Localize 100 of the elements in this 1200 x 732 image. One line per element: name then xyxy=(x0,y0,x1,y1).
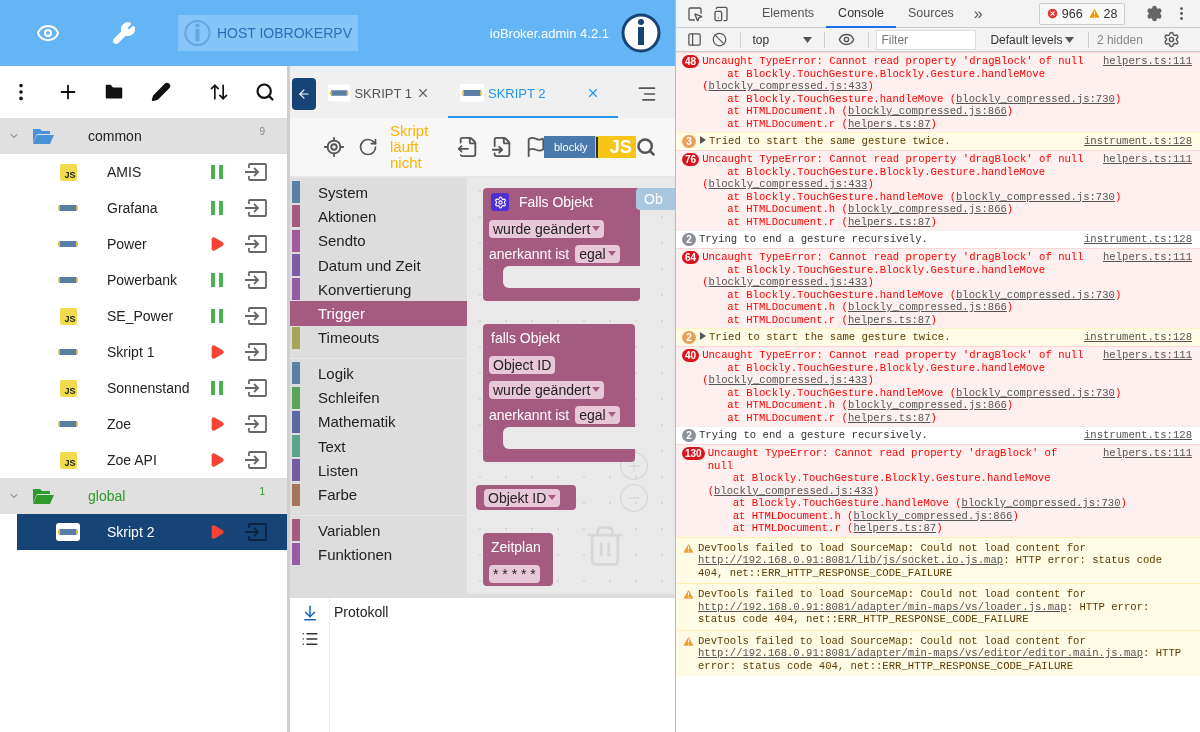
category-item[interactable]: Aktionen xyxy=(290,204,467,229)
block-dropdown[interactable]: wurde geändert xyxy=(489,219,605,238)
filter-field[interactable]: Filter xyxy=(876,29,977,50)
devtools-tab[interactable]: Sources xyxy=(896,0,966,28)
count-badge: 130 xyxy=(682,447,705,460)
folder-row[interactable]: common 9 xyxy=(0,118,287,154)
devtools-tab[interactable]: Elements xyxy=(750,0,827,28)
category-item[interactable]: Sendto xyxy=(290,228,467,253)
script-name: Power xyxy=(107,236,148,252)
url-link[interactable]: http://192.168.0.91:8081/adapter/min-maps/vs/editor/editor.main.js.map xyxy=(698,647,1143,659)
js-logo: JS xyxy=(59,451,77,469)
error-text: Uncaught TypeError: Cannot read property 'dragBlock' of null xyxy=(702,251,1085,264)
category-item[interactable]: Trigger xyxy=(290,301,467,326)
category-item[interactable]: Schleifen xyxy=(290,385,467,410)
file-link[interactable]: blockly_compressed.js:866 xyxy=(847,105,1007,117)
file-link[interactable]: blockly_compressed.js:730 xyxy=(956,92,1115,105)
url-link[interactable]: http://192.168.0.91:8081/adapter/min-maps/vs/loader.js.map xyxy=(698,600,1067,613)
url-link[interactable]: http://192.168.0.91:8081/lib/js/socket.io.js.map xyxy=(698,554,1004,566)
stack-frame: at Blockly.TouchGesture.Blockly.Gesture.handleMove (blockly_compressed.js:433) xyxy=(702,263,1192,289)
source-link[interactable]: helpers.ts:111 xyxy=(1103,251,1192,264)
stack-frame: at Blockly.TouchGesture.handleMove (blockly_compressed.js:730) xyxy=(702,386,1192,399)
category-item[interactable]: Farbe xyxy=(290,482,467,507)
file-link[interactable]: helpers.ts:87 xyxy=(847,313,931,326)
file-link[interactable]: blockly_compressed.js:866 xyxy=(847,399,1007,411)
count-badge: 2 xyxy=(682,429,696,442)
issue-counter[interactable]: 966 28 xyxy=(1038,2,1125,25)
script-name: Skript 2 xyxy=(107,524,156,540)
category-item[interactable]: Timeouts xyxy=(290,325,467,351)
levels-dropdown[interactable]: Default levels xyxy=(984,31,1081,48)
block-field[interactable]: Object ID xyxy=(489,355,556,374)
script-tab[interactable]: SKRIPT 1 xyxy=(316,70,448,118)
category-item[interactable]: Variablen xyxy=(290,517,467,543)
hidden-count: 2 hidden xyxy=(1096,32,1143,47)
category-item[interactable]: Konvertierung xyxy=(290,277,467,302)
file-link[interactable]: blockly_compressed.js:433 xyxy=(708,374,868,386)
source-link[interactable]: instrument.ts:128 xyxy=(1083,429,1192,442)
block-workspace[interactable]: Falls Objekt wurde geändert anerkannt ist egal falls Objekt Object ID wurde geändert anerkannt ist egal Objekt ID Zeitplan * * * * * Ob xyxy=(467,178,675,594)
file-link[interactable]: blockly_compressed.js:730 xyxy=(956,288,1115,301)
stack-frame: at HTMLDocument.h (blockly_compressed.js:866) xyxy=(707,509,1192,522)
file-link[interactable]: blockly_compressed.js:866 xyxy=(847,203,1007,215)
message-text: Tried to start the same gesture twice. xyxy=(709,135,951,147)
source-link[interactable]: helpers.ts:111 xyxy=(1103,153,1192,166)
category-item[interactable]: Datum und Zeit xyxy=(290,252,467,278)
more-tabs-button[interactable]: » xyxy=(965,4,991,23)
block-dropdown[interactable]: Objekt ID xyxy=(484,488,561,507)
file-link[interactable]: blockly_compressed.js:433 xyxy=(708,178,868,190)
block-dropdown[interactable]: wurde geändert xyxy=(489,380,605,399)
file-link[interactable]: helpers.ts:87 xyxy=(847,117,931,130)
file-link[interactable]: blockly_compressed.js:730 xyxy=(956,190,1115,203)
count-badge: 64 xyxy=(682,251,700,264)
file-link[interactable]: blockly_compressed.js:866 xyxy=(853,509,1013,522)
block-dropdown[interactable]: egal xyxy=(575,244,620,263)
file-link[interactable]: blockly_compressed.js:433 xyxy=(708,276,868,288)
js-logo: JS xyxy=(59,163,77,181)
block-title: Ob xyxy=(644,191,663,207)
code-block[interactable]: Objekt ID xyxy=(476,485,576,510)
source-link[interactable]: helpers.ts:111 xyxy=(1103,349,1192,362)
category-item[interactable]: Mathematik xyxy=(290,409,467,434)
category-item[interactable]: Logik xyxy=(290,361,467,386)
count-badge: 2 xyxy=(682,233,696,246)
context-select[interactable]: top xyxy=(748,32,817,47)
file-link[interactable]: helpers.ts:87 xyxy=(847,215,931,228)
count-badge: 76 xyxy=(682,153,700,166)
script-name: Grafana xyxy=(107,200,159,216)
block-field[interactable]: * * * * * xyxy=(489,564,540,583)
block-title: falls Objekt xyxy=(491,330,561,346)
file-link[interactable]: blockly_compressed.js:730 xyxy=(956,386,1115,399)
source-link[interactable]: helpers.ts:111 xyxy=(1103,55,1192,68)
folder-name: global xyxy=(88,488,127,504)
file-link[interactable]: blockly_compressed.js:866 xyxy=(847,301,1007,313)
source-link[interactable]: instrument.ts:128 xyxy=(1083,331,1192,344)
count-badge: 40 xyxy=(682,349,700,362)
category-item[interactable]: Listen xyxy=(290,458,467,483)
file-link[interactable]: blockly_compressed.js:730 xyxy=(961,497,1121,509)
category-item[interactable]: System xyxy=(290,180,467,205)
error-text: Uncaught TypeError: Cannot read property 'dragBlock' of null xyxy=(702,153,1085,166)
file-link[interactable]: blockly_compressed.js:433 xyxy=(708,80,868,92)
script-name: Sonnenstand xyxy=(107,380,191,396)
source-link[interactable]: instrument.ts:128 xyxy=(1083,233,1192,246)
stack-frame: at Blockly.TouchGesture.handleMove (blockly_compressed.js:730) xyxy=(707,497,1192,510)
file-link[interactable]: blockly_compressed.js:433 xyxy=(714,484,873,497)
category-item[interactable]: Text xyxy=(290,433,467,459)
source-link[interactable]: instrument.ts:128 xyxy=(1083,135,1192,148)
source-link[interactable]: helpers.ts:111 xyxy=(1103,447,1192,460)
file-link[interactable]: helpers.ts:87 xyxy=(847,411,931,424)
count-badge: 48 xyxy=(682,55,700,68)
script-name: Zoe xyxy=(107,416,133,432)
code-block[interactable]: Falls Objekt wurde geändert anerkannt ist egal xyxy=(483,188,640,301)
code-block[interactable]: Zeitplan * * * * * xyxy=(483,533,553,586)
message-text: Trying to end a gesture recursively. xyxy=(699,233,928,245)
count-badge: 2 xyxy=(682,331,696,344)
code-block[interactable]: falls Objekt Object ID wurde geändert anerkannt ist egal xyxy=(483,324,635,462)
mode-toggle[interactable]: blockly JS xyxy=(544,136,636,158)
block-dropdown[interactable]: egal xyxy=(575,405,620,424)
stack-frame: at Blockly.TouchGesture.handleMove (blockly_compressed.js:730) xyxy=(702,92,1192,105)
js-logo: JS xyxy=(59,379,77,397)
item-count: 9 xyxy=(259,126,265,137)
script-name: Powerbank xyxy=(107,272,179,288)
file-link[interactable]: helpers.ts:87 xyxy=(853,522,937,534)
category-item[interactable]: Funktionen xyxy=(290,542,467,567)
